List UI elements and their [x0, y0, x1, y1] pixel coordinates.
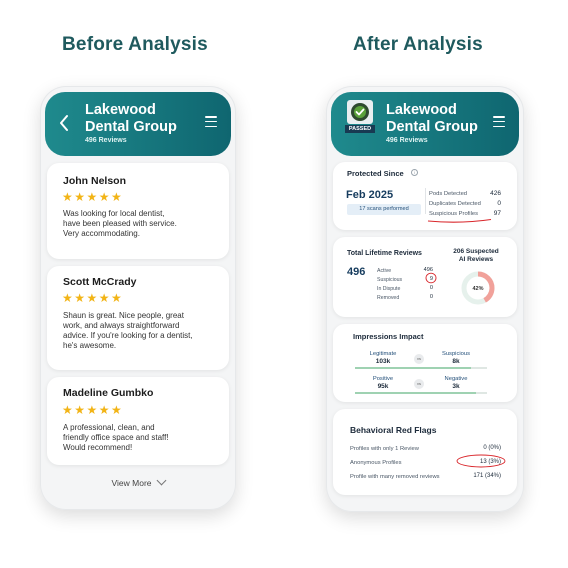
reviewer-name: Scott McCrady: [63, 276, 137, 288]
positive-label: Positive: [372, 376, 394, 382]
removed-reviews-profiles-label: Profile with many removed reviews: [350, 474, 440, 480]
before-analysis-title: Before Analysis: [62, 34, 208, 55]
active-label: Active: [377, 268, 392, 274]
in-dispute-value: 0: [429, 285, 433, 291]
menu-icon[interactable]: [493, 116, 505, 128]
legitimate-value: 103k: [375, 358, 391, 365]
ai-reviews-donut: 42%: [461, 271, 495, 305]
business-header: Lakewood Dental Group 496 Reviews: [45, 92, 231, 156]
review-card: Scott McCrady ★★★★★ Shaun is great. Nice…: [47, 266, 229, 370]
business-name-line2: Dental Group: [85, 119, 177, 135]
after-analysis-title: After Analysis: [353, 34, 483, 55]
reviewer-name: Madeline Gumbko: [63, 387, 154, 399]
pods-detected-label: Pods Detected: [429, 191, 468, 197]
suspected-ai-title: 206 Suspected AI Reviews: [453, 248, 499, 263]
impressions-title: Impressions Impact: [353, 332, 424, 341]
vs-badge: vs: [414, 379, 424, 389]
duplicates-detected-value: 0: [497, 200, 501, 207]
legitimate-label: Legitimate: [369, 351, 397, 357]
before-phone: Lakewood Dental Group 496 Reviews John N…: [40, 86, 236, 510]
passed-label: PASSED: [345, 125, 375, 133]
impression-bar: [355, 367, 487, 369]
donut-percent-label: 42%: [472, 286, 483, 292]
negative-value: 3k: [452, 383, 460, 390]
positive-value: 95k: [377, 383, 389, 390]
verified-seal-icon: [347, 100, 373, 124]
suspicious-imp-value: 8k: [452, 358, 460, 365]
review-text: A professional, clean, and friendly offic…: [63, 423, 169, 452]
suspicious-label: Suspicious: [377, 277, 403, 283]
red-underline-annotation: [427, 218, 492, 223]
star-rating: ★★★★★: [62, 403, 124, 417]
suspicious-profiles-value: 97: [493, 210, 501, 217]
one-review-profiles-value: 0 (0%): [483, 445, 501, 451]
in-dispute-label: In Dispute: [377, 286, 401, 292]
vs-badge: vs: [414, 354, 424, 364]
anonymous-profiles-label: Anonymous Profiles: [350, 460, 402, 466]
business-name-line1: Lakewood: [386, 102, 457, 118]
red-circle-annotation: [425, 272, 437, 284]
reviewer-name: John Nelson: [63, 175, 127, 187]
info-icon[interactable]: i: [411, 169, 418, 176]
removed-value: 0: [429, 294, 433, 300]
business-header: PASSED Lakewood Dental Group 496 Reviews: [331, 92, 519, 156]
negative-label: Negative: [444, 376, 468, 382]
suspicious-imp-label: Suspicious: [441, 351, 471, 357]
impressions-card: Impressions Impact Legitimate 103k vs Su…: [333, 324, 517, 402]
review-count: 496 Reviews: [386, 137, 428, 144]
red-flags-title: Behavioral Red Flags: [350, 425, 437, 435]
passed-badge: PASSED: [345, 100, 375, 134]
after-phone: PASSED Lakewood Dental Group 496 Reviews…: [326, 86, 524, 512]
lifetime-total: 496: [347, 266, 366, 278]
removed-label: Removed: [377, 295, 400, 301]
star-rating: ★★★★★: [62, 291, 124, 305]
lifetime-reviews-card: Total Lifetime Reviews 496 Active 496 Su…: [333, 237, 517, 317]
protected-since-card: Protected Since i Feb 2025 17 scans perf…: [333, 162, 517, 230]
impression-bar: [355, 392, 487, 394]
review-text: Shaun is great. Nice people, great work, …: [63, 311, 193, 350]
protected-since-title: Protected Since: [347, 169, 404, 178]
review-count: 496 Reviews: [85, 137, 127, 144]
pods-detected-value: 426: [490, 190, 501, 197]
menu-icon[interactable]: [205, 116, 217, 128]
one-review-profiles-label: Profiles with only 1 Review: [350, 446, 419, 452]
review-text: Was looking for local dentist, have been …: [63, 209, 177, 238]
protected-date: Feb 2025: [346, 189, 394, 201]
back-arrow-icon[interactable]: [59, 114, 69, 132]
business-name-line1: Lakewood: [85, 102, 156, 118]
lifetime-reviews-title: Total Lifetime Reviews: [347, 250, 422, 257]
red-flags-card: Behavioral Red Flags Profiles with only …: [333, 409, 517, 495]
scans-badge: 17 scans performed: [347, 204, 421, 215]
view-more-button[interactable]: View More: [40, 475, 236, 488]
business-name-line2: Dental Group: [386, 119, 478, 135]
suspicious-profiles-label: Suspicious Profiles: [429, 211, 478, 217]
removed-reviews-profiles-value: 171 (34%): [473, 473, 501, 479]
red-circle-annotation: [456, 454, 506, 468]
duplicates-detected-label: Duplicates Detected: [429, 201, 481, 207]
chevron-down-icon: [156, 475, 166, 486]
review-card: John Nelson ★★★★★ Was looking for local …: [47, 163, 229, 259]
review-card: Madeline Gumbko ★★★★★ A professional, cl…: [47, 377, 229, 465]
star-rating: ★★★★★: [62, 190, 124, 204]
